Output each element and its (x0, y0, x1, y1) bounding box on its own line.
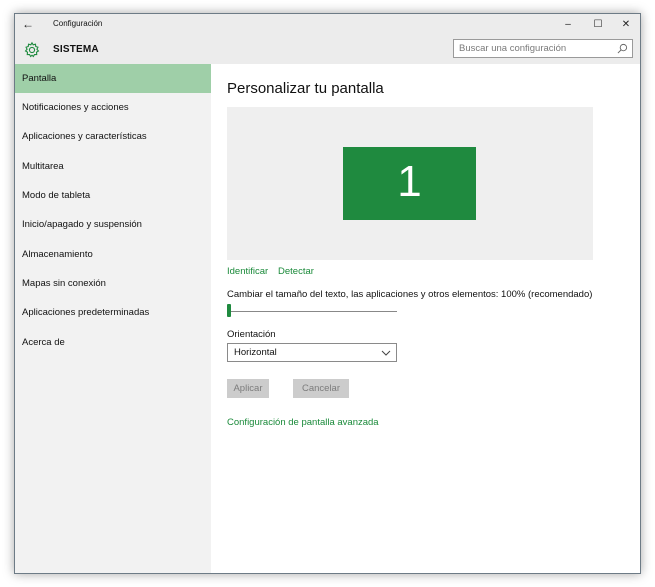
scale-label: Cambiar el tamaño del texto, las aplicac… (227, 289, 593, 300)
sidebar-item-label: Almacenamiento (22, 249, 93, 260)
display-preview: 1 (227, 107, 593, 260)
sidebar-item-label: Mapas sin conexión (22, 278, 106, 289)
sidebar-item-modo-tableta[interactable]: Modo de tableta (15, 181, 211, 210)
monitor-tile[interactable]: 1 (343, 147, 476, 220)
sidebar-item-label: Inicio/apagado y suspensión (22, 219, 142, 230)
search-icon[interactable] (617, 43, 628, 54)
scale-slider-thumb[interactable] (227, 304, 231, 317)
settings-window: ← Configuración – ☐ ✕ SISTEMA Buscar una… (14, 13, 641, 574)
back-arrow-icon[interactable]: ← (21, 17, 35, 31)
sidebar-item-mapas[interactable]: Mapas sin conexión (15, 269, 211, 298)
minimize-button[interactable]: – (553, 14, 583, 36)
apply-button[interactable]: Aplicar (227, 379, 269, 398)
window-title: Configuración (53, 19, 103, 28)
sidebar-item-label: Pantalla (22, 73, 57, 84)
sidebar-item-label: Aplicaciones y características (22, 131, 147, 142)
sidebar-item-inicio-apagado[interactable]: Inicio/apagado y suspensión (15, 210, 211, 239)
advanced-display-settings-link[interactable]: Configuración de pantalla avanzada (227, 417, 379, 428)
cancel-button[interactable]: Cancelar (293, 379, 349, 398)
identify-link[interactable]: Identificar (227, 266, 268, 277)
search-box[interactable]: Buscar una configuración (453, 39, 633, 58)
sidebar: Pantalla Notificaciones y acciones Aplic… (15, 64, 211, 573)
page-title: Personalizar tu pantalla (227, 80, 384, 97)
search-input[interactable]: Buscar una configuración (459, 43, 566, 54)
sidebar-item-multitarea[interactable]: Multitarea (15, 152, 211, 181)
sidebar-item-aplicaciones[interactable]: Aplicaciones y características (15, 122, 211, 151)
page-header: SISTEMA Buscar una configuración (15, 36, 640, 64)
sidebar-item-label: Acerca de (22, 337, 65, 348)
main-content: Personalizar tu pantalla 1 Identificar D… (211, 64, 640, 573)
orientation-value: Horizontal (234, 347, 277, 358)
orientation-label: Orientación (227, 329, 276, 340)
title-bar: ← Configuración – ☐ ✕ (15, 14, 640, 36)
sidebar-item-label: Modo de tableta (22, 190, 91, 201)
sidebar-item-acerca-de[interactable]: Acerca de (15, 328, 211, 357)
sidebar-item-label: Multitarea (22, 161, 64, 172)
detect-link[interactable]: Detectar (278, 266, 314, 277)
maximize-button[interactable]: ☐ (583, 14, 613, 36)
scale-slider-track[interactable] (227, 311, 397, 312)
section-title: SISTEMA (53, 44, 99, 55)
sidebar-item-notificaciones[interactable]: Notificaciones y acciones (15, 93, 211, 122)
orientation-select[interactable]: Horizontal (227, 343, 397, 362)
chevron-down-icon (381, 350, 391, 356)
sidebar-item-apps-predeterminadas[interactable]: Aplicaciones predeterminadas (15, 298, 211, 327)
sidebar-item-almacenamiento[interactable]: Almacenamiento (15, 240, 211, 269)
monitor-number: 1 (397, 157, 422, 206)
sidebar-item-pantalla[interactable]: Pantalla (15, 64, 211, 93)
sidebar-item-label: Notificaciones y acciones (22, 102, 129, 113)
sidebar-item-label: Aplicaciones predeterminadas (22, 307, 150, 318)
gear-icon (24, 41, 40, 58)
close-button[interactable]: ✕ (611, 14, 640, 36)
